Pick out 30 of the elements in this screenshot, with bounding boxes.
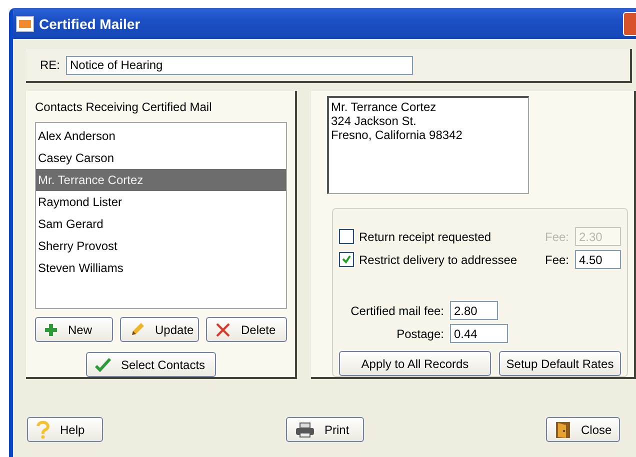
delete-button[interactable]: Delete bbox=[206, 317, 287, 342]
close-button[interactable]: Close bbox=[546, 417, 620, 442]
fee-label: Postage: bbox=[396, 326, 444, 340]
edit-button[interactable]: Update bbox=[120, 317, 199, 342]
fee-field[interactable]: 0.44 bbox=[450, 324, 508, 343]
option-label: Return receipt requested bbox=[359, 230, 492, 244]
contact-item[interactable]: Sherry Provost bbox=[36, 235, 286, 257]
rates-button[interactable]: Apply to All Records bbox=[339, 351, 491, 376]
fee-field[interactable]: 4.50 bbox=[575, 250, 621, 269]
select-contacts-button[interactable]: Select Contacts bbox=[86, 352, 216, 377]
contact-item[interactable]: Mr. Terrance Cortez bbox=[36, 169, 286, 191]
rates-button[interactable]: Setup Default Rates bbox=[499, 351, 621, 376]
re-label: RE: bbox=[40, 58, 60, 72]
re-field[interactable]: Notice of Hearing bbox=[66, 56, 414, 74]
address-box[interactable]: Mr. Terrance Cortez 324 Jackson St. Fresno, California 98342 bbox=[327, 96, 529, 194]
contact-item[interactable]: Raymond Lister bbox=[36, 191, 286, 213]
fee-label: Certified mail fee: bbox=[350, 304, 444, 318]
contacts-heading: Contacts Receiving Certified Mail bbox=[35, 100, 213, 114]
help-button[interactable]: Help bbox=[27, 417, 103, 442]
contact-item[interactable]: Sam Gerard bbox=[36, 213, 286, 235]
add-button[interactable]: New bbox=[35, 317, 113, 342]
contact-item[interactable]: Alex Anderson bbox=[36, 125, 286, 147]
print-button[interactable]: Print bbox=[286, 417, 364, 442]
fee-field[interactable]: 2.80 bbox=[450, 301, 498, 320]
window-title: Certified Mailer bbox=[39, 16, 140, 32]
contact-item[interactable]: Casey Carson bbox=[36, 147, 286, 169]
fee-label: Fee: bbox=[544, 230, 569, 244]
contact-item[interactable]: Steven Williams bbox=[36, 257, 286, 279]
fee-label: Fee: bbox=[544, 252, 569, 266]
option-label: Restrict delivery to addressee bbox=[359, 252, 518, 266]
